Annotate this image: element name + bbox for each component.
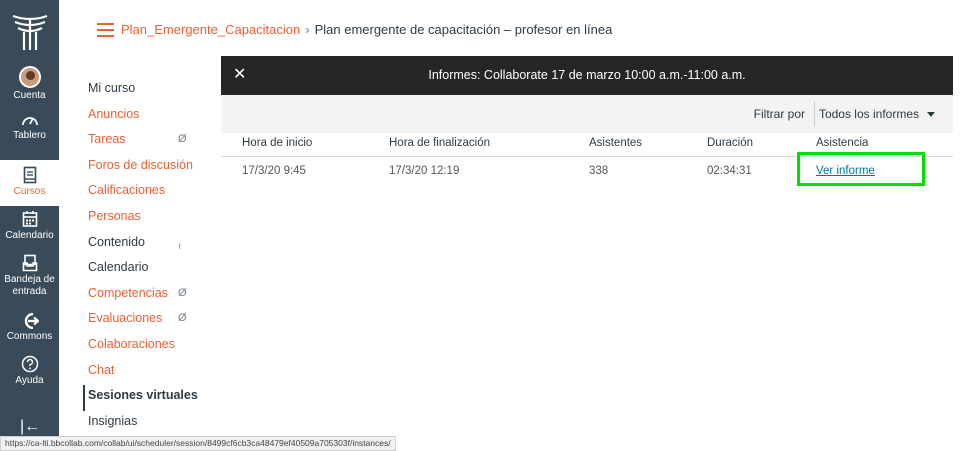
global-nav-help[interactable]: Ayuda — [0, 355, 59, 387]
course-nav-personas[interactable]: Personas — [88, 206, 223, 232]
course-nav-contenido[interactable]: Contenido ≀ — [88, 232, 223, 258]
filter-select[interactable]: Todos los informes — [819, 107, 935, 121]
global-nav: Cuenta Tablero Cursos Calendario Bandeja… — [0, 0, 59, 451]
global-nav-calendar-label: Calendario — [5, 230, 54, 241]
chevron-down-icon — [927, 112, 935, 118]
panel-header: ✕ Informes: Collaborate 17 de marzo 10:0… — [221, 56, 953, 95]
reports-panel: ✕ Informes: Collaborate 17 de marzo 10:0… — [221, 56, 953, 266]
cell-duration: 02:34:31 — [707, 165, 752, 177]
browser-status-bar: https://ca-lti.bbcollab.com/collab/ui/sc… — [0, 436, 396, 451]
hidden-eye-icon: ≀ — [178, 240, 182, 251]
global-nav-calendar[interactable]: Calendario — [0, 210, 59, 242]
course-nav-sesiones-virtuales[interactable]: Sesiones virtuales — [83, 385, 223, 411]
global-nav-account-label: Cuenta — [13, 90, 46, 101]
column-header-duration: Duración — [707, 137, 754, 149]
filter-divider — [814, 101, 815, 127]
course-nav-colaboraciones[interactable]: Colaboraciones — [88, 334, 223, 360]
global-nav-inbox-label: Bandeja de entrada — [4, 274, 55, 297]
highlight-box — [797, 152, 925, 186]
hidden-eye-icon: Ø — [178, 133, 187, 146]
global-nav-dashboard-label: Tablero — [13, 130, 46, 141]
cell-start-time: 17/3/20 9:45 — [242, 165, 306, 177]
inbox-icon — [22, 254, 37, 272]
column-header-start: Hora de inicio — [242, 137, 313, 149]
filter-select-value: Todos los informes — [818, 107, 919, 121]
course-nav-calendario[interactable]: Calendario — [88, 257, 223, 283]
global-nav-help-label: Ayuda — [15, 375, 44, 386]
course-nav-chat[interactable]: Chat — [88, 360, 223, 386]
commons-icon — [24, 313, 39, 329]
global-nav-courses-label: Cursos — [13, 186, 46, 197]
column-header-end: Hora de finalización — [389, 137, 491, 149]
cell-end-time: 17/3/20 12:19 — [389, 165, 460, 177]
help-icon — [21, 355, 38, 373]
course-nav-evaluaciones[interactable]: Evaluaciones Ø — [88, 308, 223, 334]
global-nav-dashboard[interactable]: Tablero — [0, 112, 59, 142]
page-header: Plan_Emergente_Capacitacion › Plan emergen… — [59, 0, 967, 62]
course-nav-competencias[interactable]: Competencias Ø — [88, 283, 223, 309]
course-nav-foros[interactable]: Foros de discusión — [88, 155, 223, 181]
courses-icon — [23, 166, 36, 184]
column-header-attendance: Asistencia — [816, 137, 869, 149]
panel-title: Informes: Collaborate 17 de marzo 10:00 … — [428, 68, 746, 82]
breadcrumb: Plan_Emergente_Capacitacion › Plan emergen… — [121, 22, 612, 37]
global-nav-commons[interactable]: Commons — [0, 313, 59, 343]
global-nav-account[interactable]: Cuenta — [0, 66, 59, 102]
filter-bar: Filtrar por Todos los informes — [221, 95, 953, 133]
hidden-eye-icon: Ø — [178, 312, 187, 325]
global-nav-commons-label: Commons — [6, 331, 53, 342]
filter-label: Filtrar por — [753, 107, 805, 121]
institution-logo[interactable] — [9, 10, 51, 52]
global-nav-inbox[interactable]: Bandeja de entrada — [0, 254, 59, 298]
course-nav: Mi curso Anuncios Tareas Ø Foros de discu… — [83, 78, 223, 437]
course-nav-tareas[interactable]: Tareas Ø — [88, 129, 223, 155]
hidden-eye-icon: Ø — [178, 286, 187, 299]
collapse-nav-icon[interactable]: |← — [20, 418, 40, 436]
breadcrumb-course-link[interactable]: Plan_Emergente_Capacitacion — [121, 22, 300, 37]
hamburger-menu-icon[interactable] — [97, 23, 114, 37]
course-nav-insignias[interactable]: Insignias — [88, 411, 223, 437]
course-nav-anuncios[interactable]: Anuncios — [88, 104, 223, 130]
global-nav-courses[interactable]: Cursos — [0, 160, 59, 206]
calendar-icon — [22, 211, 37, 227]
avatar — [18, 66, 41, 88]
breadcrumb-separator: › — [305, 22, 310, 37]
breadcrumb-current: Plan emergente de capacitación – profeso… — [314, 22, 613, 37]
dashboard-icon — [21, 117, 38, 126]
course-nav-calificaciones[interactable]: Calificaciones — [88, 180, 223, 206]
cell-attendees: 338 — [589, 165, 609, 177]
column-header-attendees: Asistentes — [589, 137, 643, 149]
course-nav-mi-curso[interactable]: Mi curso — [88, 78, 223, 104]
